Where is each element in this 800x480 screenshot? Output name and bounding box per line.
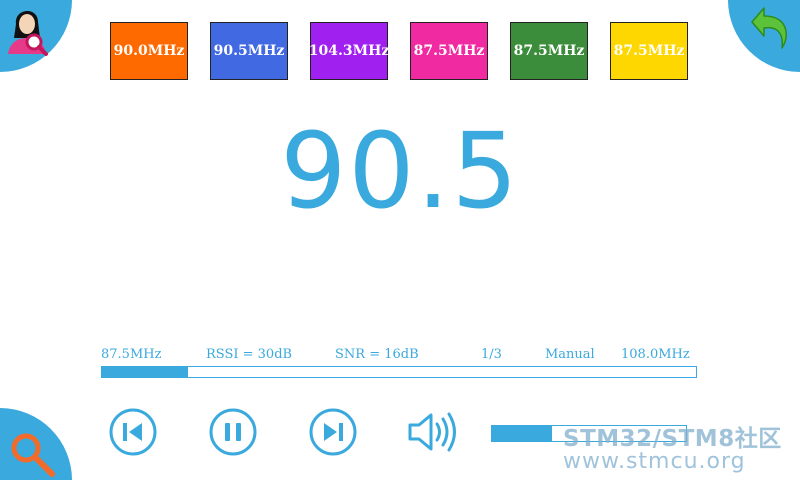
page-indicator: 1/3	[481, 347, 502, 362]
watermark-title: STM32/STM8社区	[563, 426, 782, 452]
preset-button-4[interactable]: 87.5MHz	[410, 22, 488, 80]
speaker-button[interactable]	[407, 408, 459, 456]
preset-button-6[interactable]: 87.5MHz	[610, 22, 688, 80]
volume-slider-fill	[492, 426, 553, 441]
tuning-slider-fill	[102, 367, 189, 377]
max-frequency-label: 108.0MHz	[621, 347, 690, 362]
user-search-icon	[8, 10, 48, 56]
next-button[interactable]	[309, 408, 357, 456]
preset-button-5[interactable]: 87.5MHz	[510, 22, 588, 80]
current-frequency: 90.5	[280, 110, 520, 232]
preset-button-1[interactable]: 90.0MHz	[110, 22, 188, 80]
preset-button-2[interactable]: 90.5MHz	[210, 22, 288, 80]
back-button[interactable]	[728, 0, 800, 72]
watermark: STM32/STM8社区 www.stmcu.org	[563, 419, 795, 474]
skip-next-icon	[309, 408, 357, 456]
min-frequency-label: 87.5MHz	[101, 347, 162, 362]
rssi-readout: RSSI = 30dB	[206, 347, 293, 362]
speaker-icon	[408, 412, 456, 452]
previous-button[interactable]	[109, 408, 157, 456]
search-icon	[11, 433, 55, 477]
pause-button[interactable]	[209, 408, 257, 456]
skip-previous-icon	[109, 408, 157, 456]
back-arrow-icon	[751, 7, 787, 49]
tuning-slider[interactable]	[101, 366, 697, 378]
mode-label[interactable]: Manual	[545, 347, 595, 362]
preset-button-3[interactable]: 104.3MHz	[309, 22, 389, 80]
pause-icon	[209, 408, 257, 456]
status-row: 87.5MHz RSSI = 30dB SNR = 16dB 1/3 Manua…	[0, 347, 800, 365]
user-search-button[interactable]	[0, 0, 72, 72]
search-button[interactable]	[0, 408, 72, 480]
snr-readout: SNR = 16dB	[335, 347, 419, 362]
